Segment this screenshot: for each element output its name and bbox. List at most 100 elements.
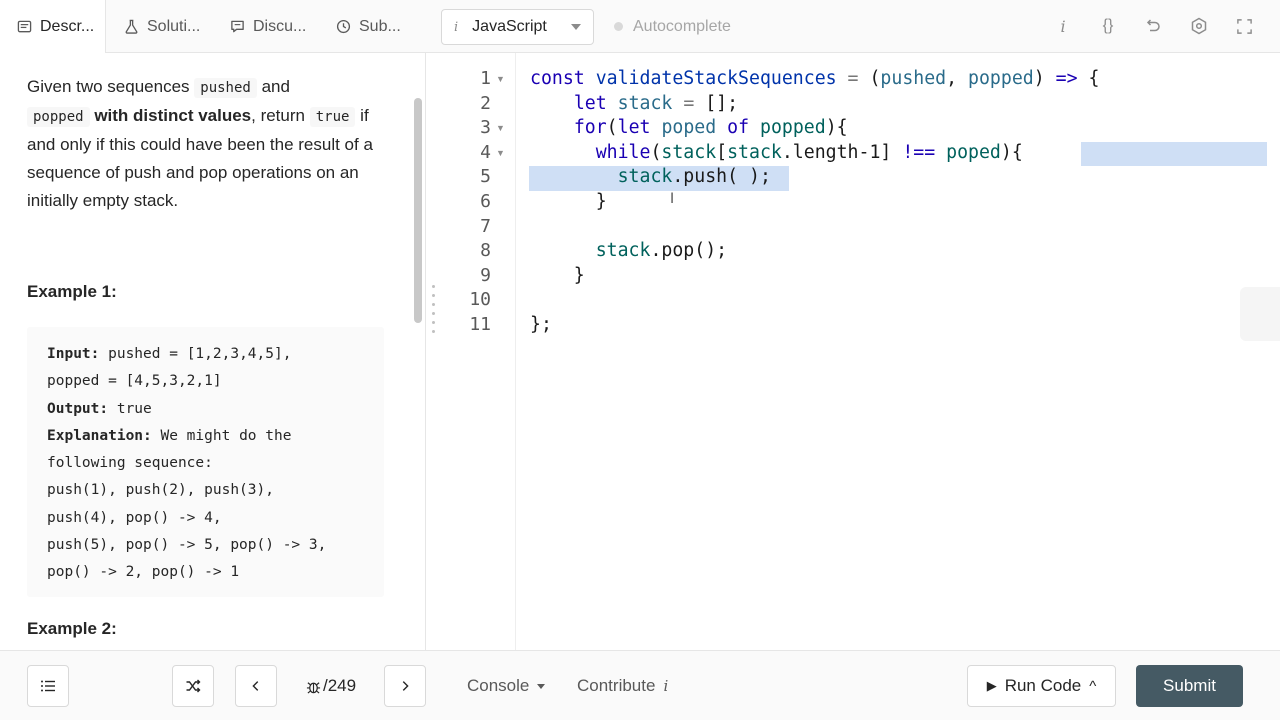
code-editor[interactable]: 1 2 3 4 5 6 7 8 9 10 11 ▼ ▼ ▼ const vali… bbox=[441, 53, 1280, 650]
line-number: 6 bbox=[480, 191, 491, 212]
play-icon: ▶ bbox=[986, 678, 997, 693]
tab-label: Descr... bbox=[40, 17, 95, 35]
line-number: 4 bbox=[480, 141, 491, 163]
bug-icon bbox=[306, 681, 321, 694]
example-line: push(4), pop() -> 4, bbox=[47, 509, 222, 526]
code-line[interactable]: } bbox=[530, 264, 1099, 289]
input-label: Input: bbox=[47, 346, 100, 362]
random-problem-button[interactable] bbox=[172, 665, 214, 707]
example-2-title: Example 2: bbox=[27, 619, 117, 638]
fullscreen-icon[interactable] bbox=[1232, 14, 1256, 38]
example-line: push(5), pop() -> 5, pop() -> 3, bbox=[47, 537, 327, 554]
example-line: Explanation: We might do the bbox=[47, 423, 364, 450]
example-line: push(1), push(2), push(3), bbox=[47, 482, 274, 499]
line-number: 11 bbox=[469, 314, 491, 335]
code-line[interactable] bbox=[530, 215, 1099, 240]
tab-solution[interactable]: Soluti... bbox=[124, 0, 200, 53]
problem-list-button[interactable] bbox=[27, 665, 69, 707]
tab-description[interactable]: Descr... bbox=[0, 0, 106, 53]
explanation-value: We might do the bbox=[151, 427, 292, 444]
explanation-label: Explanation: bbox=[47, 427, 152, 444]
previous-problem-button[interactable] bbox=[235, 665, 277, 707]
input-value: pushed = [1,2,3,4,5], bbox=[99, 346, 292, 362]
undo-icon[interactable] bbox=[1141, 14, 1165, 38]
line-number: 5 bbox=[480, 166, 491, 188]
side-panel-tab[interactable] bbox=[1240, 287, 1280, 341]
comment-icon bbox=[231, 20, 244, 33]
line-number: 1 bbox=[480, 68, 491, 89]
tab-discuss[interactable]: Discu... bbox=[230, 0, 306, 53]
info-icon[interactable]: i bbox=[1051, 14, 1075, 38]
inline-code-true: true bbox=[309, 107, 356, 127]
code-line[interactable]: stack.push( ); bbox=[530, 165, 1099, 190]
list-icon bbox=[41, 680, 55, 692]
code-line[interactable]: const validateStackSequences = (pushed, … bbox=[530, 67, 1099, 92]
desc-text: Given two sequences bbox=[27, 77, 195, 96]
language-value: JavaScript bbox=[472, 18, 547, 35]
run-code-label: Run Code bbox=[1004, 676, 1082, 695]
code-line[interactable]: stack.pop(); bbox=[530, 239, 1099, 264]
tab-label: Soluti... bbox=[147, 17, 201, 35]
desc-bold: with distinct values bbox=[94, 106, 252, 125]
tab-label: Sub... bbox=[359, 17, 401, 35]
desc-text: , return bbox=[251, 106, 310, 125]
description-panel: Given two sequences pushed and popped wi… bbox=[0, 53, 426, 650]
tab-submissions[interactable]: Sub... bbox=[336, 0, 401, 53]
pane-resize-handle[interactable] bbox=[430, 285, 436, 345]
code-line[interactable] bbox=[530, 288, 1099, 313]
code-line[interactable]: while(stack[stack.length-1] !== poped){ bbox=[530, 141, 1099, 166]
info-icon: i bbox=[663, 677, 669, 695]
example-line: Input: pushed = [1,2,3,4,5], bbox=[47, 341, 364, 368]
contribute-label: Contribute bbox=[577, 676, 656, 695]
fold-arrow-icon[interactable]: ▼ bbox=[496, 67, 505, 92]
problem-counter: /249 bbox=[306, 665, 356, 707]
line-number: 8 bbox=[480, 240, 491, 262]
description-scrollbar[interactable] bbox=[414, 98, 422, 323]
code-text[interactable]: const validateStackSequences = (pushed, … bbox=[530, 67, 1099, 338]
chevron-up-icon: ^ bbox=[1089, 677, 1097, 695]
inline-code-popped: popped bbox=[27, 107, 90, 127]
autocomplete-toggle[interactable]: Autocomplete bbox=[614, 0, 731, 53]
bottom-toolbar: /249 Console Contribute i ▶ Run Code ^ S… bbox=[0, 650, 1280, 720]
top-toolbar: Descr... Soluti... Discu... Sub... i Jav… bbox=[0, 0, 1280, 53]
caret-down-icon bbox=[537, 683, 546, 689]
code-line[interactable]: let stack = []; bbox=[530, 92, 1099, 117]
info-icon: i bbox=[454, 19, 459, 35]
example-1-box: Input: pushed = [1,2,3,4,5], popped = [4… bbox=[27, 327, 384, 597]
shuffle-icon bbox=[186, 679, 201, 693]
chevron-down-icon bbox=[571, 24, 581, 30]
problem-counter-text: /249 bbox=[323, 676, 357, 695]
contribute-link[interactable]: Contribute i bbox=[577, 665, 668, 707]
settings-icon[interactable] bbox=[1187, 14, 1211, 38]
language-select[interactable]: i JavaScript bbox=[441, 9, 594, 45]
example-line: pop() -> 2, pop() -> 1 bbox=[47, 564, 240, 581]
example-line: popped = [4,5,3,2,1] bbox=[47, 373, 222, 390]
next-problem-button[interactable] bbox=[384, 665, 426, 707]
console-label: Console bbox=[467, 676, 530, 695]
tab-label: Discu... bbox=[253, 17, 307, 35]
braces-icon[interactable]: {} bbox=[1096, 14, 1120, 38]
code-line[interactable]: }; bbox=[530, 313, 1099, 338]
output-label: Output: bbox=[47, 400, 109, 417]
line-number: 2 bbox=[480, 92, 491, 114]
selection-highlight bbox=[1081, 141, 1267, 167]
clock-icon bbox=[336, 19, 351, 34]
line-number: 3 bbox=[480, 117, 491, 139]
line-number-gutter: 1 2 3 4 5 6 7 8 9 10 11 ▼ ▼ ▼ bbox=[441, 53, 516, 650]
console-button[interactable]: Console bbox=[467, 665, 546, 707]
submit-button[interactable]: Submit bbox=[1136, 665, 1243, 707]
chevron-left-icon bbox=[252, 681, 259, 691]
line-number: 10 bbox=[469, 289, 491, 311]
file-text-icon bbox=[17, 20, 32, 33]
code-line[interactable]: } bbox=[530, 190, 1099, 215]
toggle-dot-icon bbox=[614, 22, 623, 31]
fold-arrow-icon[interactable]: ▼ bbox=[496, 141, 505, 166]
fold-arrow-icon[interactable]: ▼ bbox=[496, 116, 505, 141]
line-number: 7 bbox=[480, 215, 491, 237]
run-code-button[interactable]: ▶ Run Code ^ bbox=[967, 665, 1116, 707]
example-line: following sequence: bbox=[47, 455, 213, 472]
text-cursor-icon: I bbox=[670, 191, 675, 207]
chevron-right-icon bbox=[402, 681, 409, 691]
code-line[interactable]: for(let poped of popped){ bbox=[530, 116, 1099, 141]
inline-code-pushed: pushed bbox=[194, 78, 257, 98]
